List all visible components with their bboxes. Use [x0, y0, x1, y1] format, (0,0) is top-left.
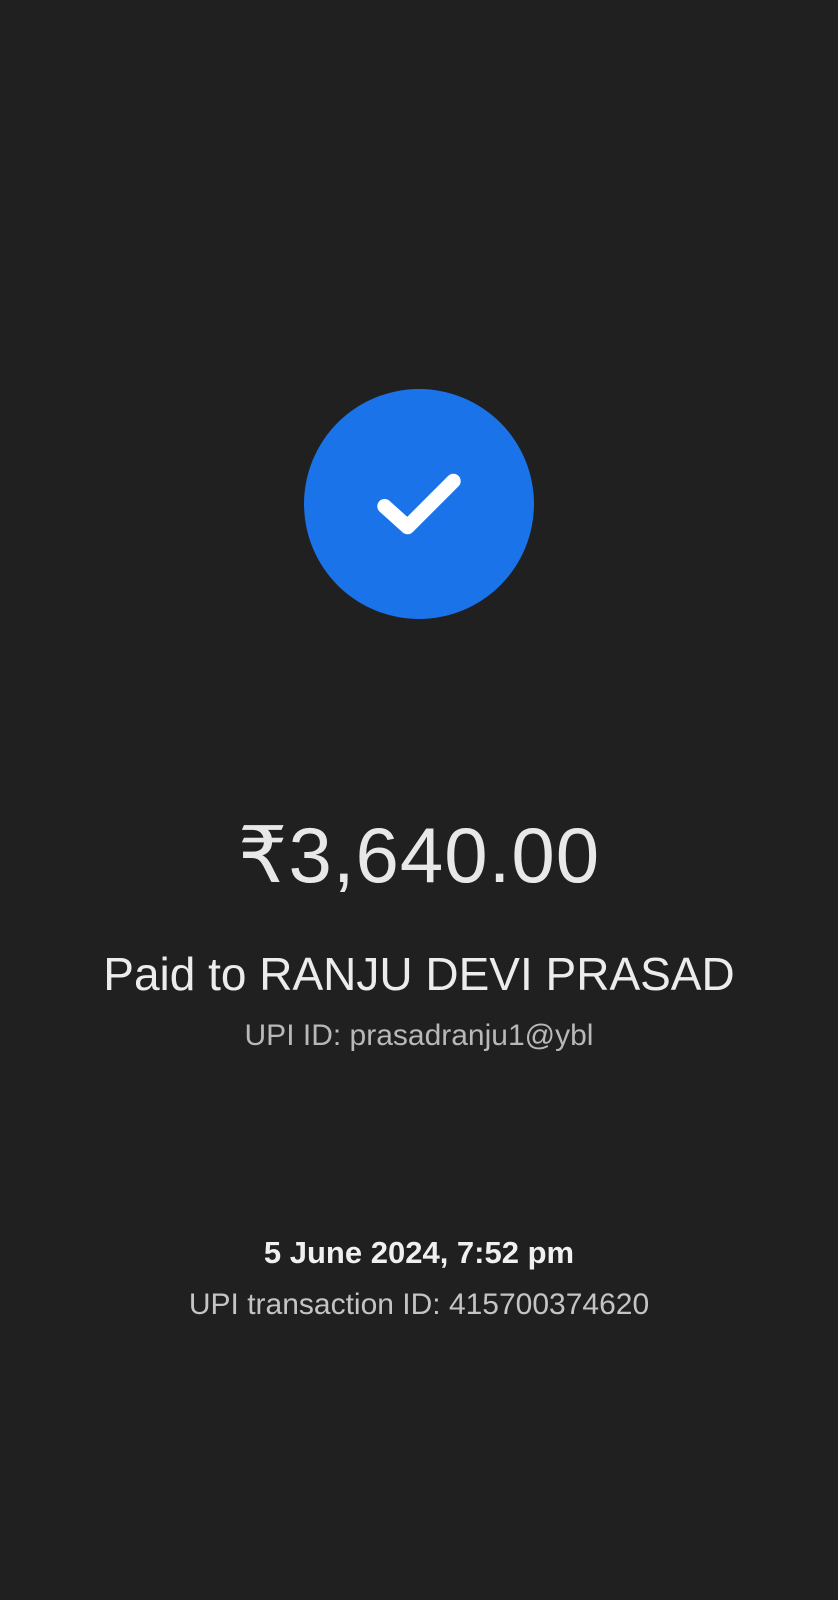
payee-name: Paid to RANJU DEVI PRASAD [103, 948, 735, 1000]
payee-upi-id: UPI ID: prasadranju1@ybl [244, 1019, 594, 1052]
transaction-datetime: 5 June 2024, 7:52 pm [263, 1235, 575, 1270]
payment-amount: ₹3,640.00 [237, 811, 601, 899]
success-check-icon [304, 389, 534, 619]
checkmark-icon [377, 473, 461, 535]
upi-transaction-id: UPI transaction ID: 415700374620 [188, 1288, 650, 1321]
